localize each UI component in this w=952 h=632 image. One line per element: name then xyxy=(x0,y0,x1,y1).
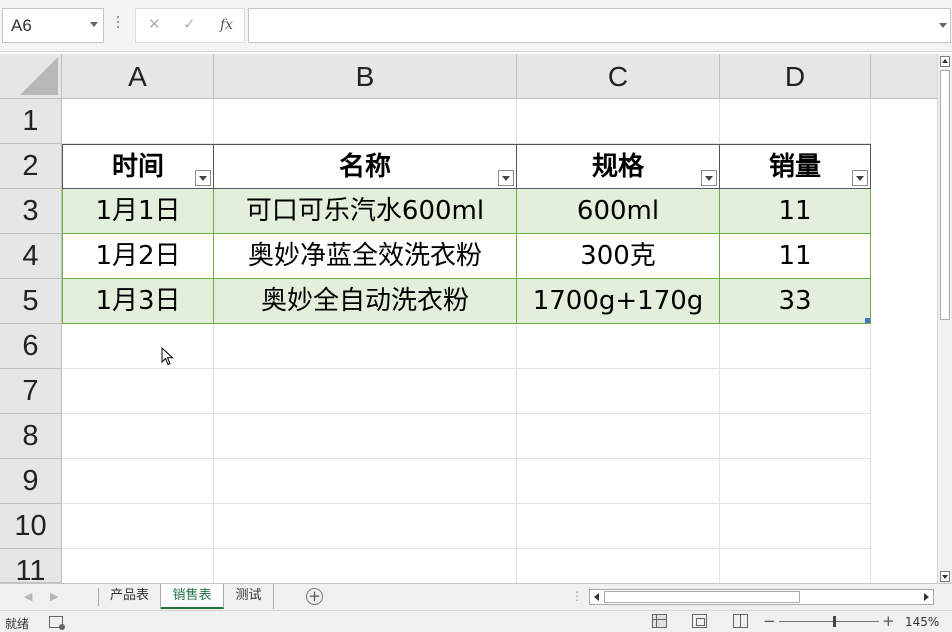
formula-bar-splitter[interactable] xyxy=(116,16,120,36)
normal-view-icon[interactable] xyxy=(652,614,667,628)
filter-dropdown-icon[interactable] xyxy=(701,170,717,186)
scroll-down-icon[interactable] xyxy=(940,571,950,582)
cancel-icon[interactable]: ✕ xyxy=(148,15,161,33)
column-header-a[interactable]: A xyxy=(62,54,214,99)
vertical-scroll-thumb[interactable] xyxy=(940,70,950,320)
page-break-preview-icon[interactable] xyxy=(733,614,748,628)
row-header-11[interactable]: 11 xyxy=(0,549,62,583)
formula-bar: A6 ✕ ✓ fx xyxy=(0,0,952,52)
sheet-tab-test[interactable]: 测试 xyxy=(224,584,274,609)
cell-grid[interactable]: 时间 名称 规格 销量 1月1日 可口可乐汽水600ml 600ml 11 1月… xyxy=(62,99,871,583)
macro-record-icon[interactable] xyxy=(49,616,65,630)
zoom-in-button[interactable]: + xyxy=(882,612,895,630)
sheet-tab-bar: ◀ ▶ 产品表 销售表 测试 + ⋮ xyxy=(0,583,952,610)
name-box-value[interactable]: A6 xyxy=(11,16,32,36)
header-label: 销量 xyxy=(768,152,821,182)
name-box[interactable]: A6 xyxy=(2,8,104,43)
filter-dropdown-icon[interactable] xyxy=(195,170,211,186)
zoom-slider[interactable] xyxy=(779,621,879,622)
table-cell[interactable]: 11 xyxy=(720,234,871,279)
add-sheet-button[interactable]: + xyxy=(306,588,323,605)
expand-formula-bar-icon[interactable] xyxy=(939,23,947,28)
sheet-tab-products[interactable]: 产品表 xyxy=(99,584,161,609)
row-header-5[interactable]: 5 xyxy=(0,279,62,324)
tab-splitter-handle[interactable]: ⋮ xyxy=(571,589,583,603)
zoom-slider-thumb[interactable] xyxy=(833,616,836,627)
zoom-out-button[interactable]: − xyxy=(763,612,776,630)
column-header-c[interactable]: C xyxy=(517,54,720,99)
next-sheet-icon[interactable]: ▶ xyxy=(50,590,58,603)
column-header-b[interactable]: B xyxy=(214,54,517,99)
table-cell[interactable]: 1月1日 xyxy=(62,189,214,234)
table-cell[interactable]: 300克 xyxy=(517,234,720,279)
table-cell[interactable]: 11 xyxy=(720,189,871,234)
row-header-7[interactable]: 7 xyxy=(0,369,62,414)
horizontal-scroll-thumb[interactable] xyxy=(604,591,800,603)
row-header-3[interactable]: 3 xyxy=(0,189,62,234)
table-cell[interactable]: 1月2日 xyxy=(62,234,214,279)
table-resize-handle[interactable] xyxy=(865,318,870,323)
row-header-8[interactable]: 8 xyxy=(0,414,62,459)
zoom-level[interactable]: 145% xyxy=(905,615,939,629)
table-cell[interactable]: 1700g+170g xyxy=(517,279,720,324)
chevron-down-icon[interactable] xyxy=(90,22,98,27)
row-header-4[interactable]: 4 xyxy=(0,234,62,279)
header-label: 时间 xyxy=(111,152,164,182)
table-cell[interactable]: 33 xyxy=(720,279,871,324)
insert-function-icon[interactable]: fx xyxy=(220,17,233,33)
mouse-cursor-icon xyxy=(161,347,174,366)
status-text: 就绪 xyxy=(5,617,30,631)
horizontal-scrollbar[interactable] xyxy=(589,589,934,605)
table-header-cell[interactable]: 名称 xyxy=(214,144,517,189)
column-header-d[interactable]: D xyxy=(720,54,871,99)
row-header-2[interactable]: 2 xyxy=(0,144,62,189)
row-header-6[interactable]: 6 xyxy=(0,324,62,369)
previous-sheet-icon[interactable]: ◀ xyxy=(24,590,32,603)
table-header-cell[interactable]: 销量 xyxy=(720,144,871,189)
page-layout-view-icon[interactable] xyxy=(692,614,707,628)
row-header-9[interactable]: 9 xyxy=(0,459,62,504)
scroll-up-icon[interactable] xyxy=(940,56,950,67)
table-cell[interactable]: 奥妙净蓝全效洗衣粉 xyxy=(214,234,517,279)
scroll-left-icon[interactable] xyxy=(594,593,599,601)
header-label: 名称 xyxy=(338,152,391,182)
sheet-tab-sales[interactable]: 销售表 xyxy=(161,584,224,609)
table-cell[interactable]: 600ml xyxy=(517,189,720,234)
scroll-right-icon[interactable] xyxy=(924,593,929,601)
column-header-e[interactable] xyxy=(871,54,937,99)
formula-input[interactable] xyxy=(248,8,951,43)
row-header-10[interactable]: 10 xyxy=(0,504,62,549)
table-cell[interactable]: 可口可乐汽水600ml xyxy=(214,189,517,234)
status-bar: 就绪 − + 145% xyxy=(0,610,952,632)
header-label: 规格 xyxy=(591,152,644,182)
vertical-scrollbar[interactable] xyxy=(937,54,952,584)
select-all-button[interactable] xyxy=(0,54,62,99)
formula-buttons: ✕ ✓ fx xyxy=(135,8,245,43)
row-header-1[interactable]: 1 xyxy=(0,99,62,144)
check-icon[interactable]: ✓ xyxy=(183,15,196,33)
table-cell[interactable]: 1月3日 xyxy=(62,279,214,324)
table-header-cell[interactable]: 时间 xyxy=(62,144,214,189)
table-header-cell[interactable]: 规格 xyxy=(517,144,720,189)
table-cell[interactable]: 奥妙全自动洗衣粉 xyxy=(214,279,517,324)
filter-dropdown-icon[interactable] xyxy=(852,170,868,186)
select-all-triangle-icon xyxy=(20,57,58,95)
filter-dropdown-icon[interactable] xyxy=(498,170,514,186)
